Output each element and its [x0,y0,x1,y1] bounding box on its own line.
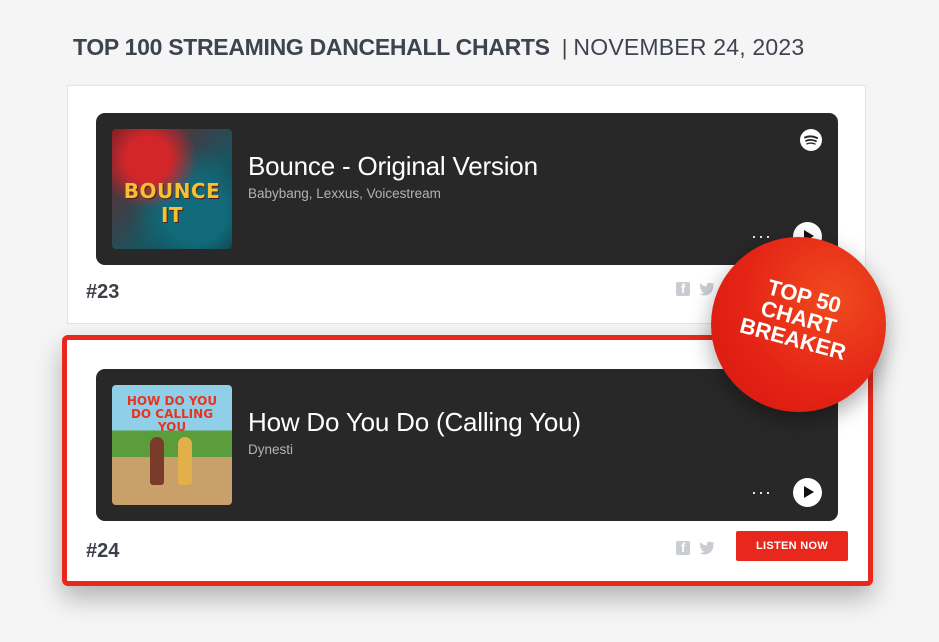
track-title[interactable]: Bounce - Original Version [248,151,538,182]
art-figure [150,437,164,485]
share-icons [676,540,715,555]
album-art[interactable]: HOW DO YOU DO CALLING YOU [112,385,232,505]
album-art-title: BOUNCE IT [123,179,221,227]
twitter-icon[interactable] [699,541,715,555]
album-art-title: HOW DO YOU DO CALLING YOU [126,394,218,434]
listen-now-button[interactable]: LISTEN NOW [736,531,848,561]
art-figure [178,437,192,485]
album-art[interactable]: BOUNCE IT [112,129,232,249]
chart-date: NOVEMBER 24, 2023 [573,34,805,60]
more-options-icon[interactable]: ··· [751,227,772,245]
play-icon[interactable] [793,478,822,507]
spotify-embed-player[interactable]: HOW DO YOU DO CALLING YOU How Do You Do … [96,369,838,521]
twitter-icon[interactable] [699,282,715,296]
facebook-icon[interactable] [676,281,690,296]
share-icons [676,281,715,296]
rank-number: #23 [86,281,120,303]
chart-title: TOP 100 STREAMING DANCEHALL CHARTS [73,34,550,60]
spotify-logo-icon[interactable] [800,129,822,151]
chart-breaker-badge: TOP 50 CHART BREAKER [711,237,886,412]
track-artists[interactable]: Babybang, Lexxus, Voicestream [248,186,441,201]
badge-text: TOP 50 CHART BREAKER [725,269,872,368]
more-options-icon[interactable]: ··· [751,483,772,501]
rank-number: #24 [86,540,120,562]
track-artists[interactable]: Dynesti [248,442,293,457]
chart-header: TOP 100 STREAMING DANCEHALL CHARTS | NOV… [73,34,804,61]
track-title[interactable]: How Do You Do (Calling You) [248,407,581,438]
header-separator: | [561,35,568,60]
facebook-icon[interactable] [676,540,690,555]
spotify-embed-player[interactable]: BOUNCE IT Bounce - Original Version Baby… [96,113,838,265]
